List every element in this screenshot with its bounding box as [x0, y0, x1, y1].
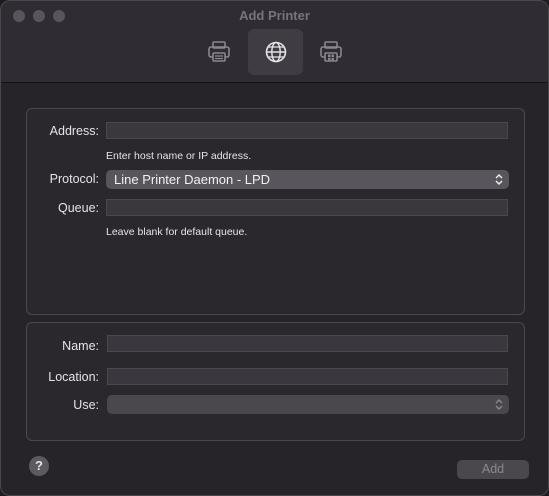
queue-hint: Leave blank for default queue. [106, 226, 248, 238]
printer-icon [207, 41, 230, 62]
address-field[interactable] [106, 122, 508, 139]
chevron-updown-icon [495, 399, 503, 410]
address-label: Address: [49, 124, 99, 138]
location-field[interactable] [107, 368, 508, 385]
address-hint: Enter host name or IP address. [106, 150, 252, 162]
titlebar: Add Printer [1, 1, 548, 83]
queue-label: Queue: [57, 201, 99, 215]
printer-windows-icon [319, 41, 342, 62]
tab-ip[interactable] [248, 29, 303, 75]
queue-field[interactable] [106, 199, 508, 216]
chevron-updown-icon [495, 174, 503, 185]
protocol-value: Line Printer Daemon - LPD [114, 172, 271, 187]
window-title: Add Printer [239, 8, 310, 23]
protocol-label: Protocol: [49, 172, 99, 186]
add-button[interactable]: Add [457, 460, 529, 479]
name-label: Name: [62, 339, 99, 353]
use-popup[interactable] [107, 395, 509, 414]
ip-settings-panel: Address: Enter host name or IP address. … [26, 108, 525, 315]
tab-default-printer[interactable] [191, 29, 246, 75]
protocol-popup[interactable]: Line Printer Daemon - LPD [106, 170, 509, 189]
globe-icon [265, 41, 286, 63]
location-label: Location: [48, 370, 99, 384]
use-label: Use: [73, 398, 99, 412]
add-printer-window: Add Printer Address: Enter host name or … [0, 0, 549, 496]
printer-details-panel: Name: Location: Use: [26, 322, 525, 441]
help-button[interactable]: ? [29, 456, 49, 476]
tab-windows[interactable] [303, 29, 358, 75]
name-field[interactable] [107, 335, 508, 352]
